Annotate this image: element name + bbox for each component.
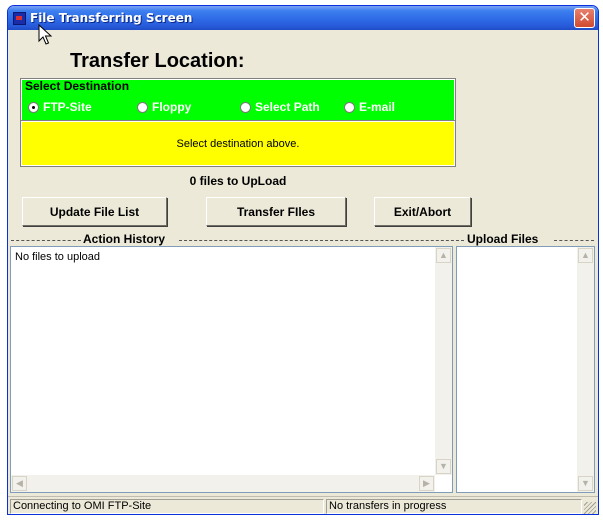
app-icon: [13, 12, 26, 25]
upload-files-list[interactable]: ▲ ▼: [456, 246, 595, 493]
mouse-cursor-icon: [38, 24, 52, 45]
arrow-left-icon[interactable]: ◀: [12, 476, 27, 491]
transfer-status: No transfers in progress: [326, 499, 582, 514]
horizontal-scrollbar[interactable]: ◀ ▶: [11, 475, 435, 492]
radio-email[interactable]: E-mail: [344, 99, 395, 115]
radio-indicator[interactable]: [240, 101, 251, 113]
radio-select-path[interactable]: Select Path: [240, 99, 320, 115]
connection-status: Connecting to OMI FTP-Site: [10, 499, 324, 514]
close-icon[interactable]: ✕: [574, 8, 595, 28]
resize-grip[interactable]: [584, 502, 596, 514]
radio-indicator[interactable]: [344, 101, 355, 113]
arrow-right-icon[interactable]: ▶: [419, 476, 434, 491]
destination-message: Select destination above.: [20, 120, 456, 167]
radio-indicator[interactable]: [137, 101, 148, 113]
history-line: No files to upload: [15, 251, 100, 263]
files-count-label: 0 files to UpLoad: [189, 174, 287, 188]
file-transfer-window: File Transferring Screen ✕ Transfer Loca…: [7, 5, 599, 515]
divider: [179, 240, 464, 241]
upload-files-label: Upload Files: [467, 232, 539, 246]
window-title: File Transferring Screen: [30, 11, 193, 25]
radio-label: FTP-Site: [43, 100, 92, 114]
destination-group: Select Destination FTP-Site Floppy Selec…: [20, 78, 456, 122]
radio-label: E-mail: [359, 100, 396, 114]
radio-ftp-site[interactable]: FTP-Site: [28, 99, 92, 115]
arrow-down-icon[interactable]: ▼: [436, 459, 451, 474]
radio-label: Floppy: [152, 100, 192, 114]
arrow-down-icon[interactable]: ▼: [578, 476, 593, 491]
page-title: Transfer Location:: [70, 50, 245, 72]
divider: [11, 240, 81, 241]
vertical-scrollbar[interactable]: ▲ ▼: [435, 247, 452, 475]
status-bar: Connecting to OMI FTP-Site No transfers …: [8, 496, 598, 514]
arrow-up-icon[interactable]: ▲: [578, 248, 593, 263]
update-file-list-button[interactable]: Update File List: [22, 197, 167, 226]
arrow-up-icon[interactable]: ▲: [436, 248, 451, 263]
radio-floppy[interactable]: Floppy: [137, 99, 191, 115]
action-history-label: Action History: [83, 232, 166, 246]
radio-indicator[interactable]: [28, 101, 39, 113]
transfer-files-button[interactable]: Transfer FIles: [206, 197, 346, 226]
action-history-list[interactable]: No files to upload ▲ ▼ ◀ ▶: [10, 246, 453, 493]
divider: [554, 240, 594, 241]
radio-label: Select Path: [255, 100, 320, 114]
exit-abort-button[interactable]: Exit/Abort: [374, 197, 471, 226]
vertical-scrollbar[interactable]: ▲ ▼: [577, 247, 594, 492]
destination-legend: Select Destination: [25, 79, 130, 93]
title-bar[interactable]: File Transferring Screen ✕: [8, 6, 598, 30]
